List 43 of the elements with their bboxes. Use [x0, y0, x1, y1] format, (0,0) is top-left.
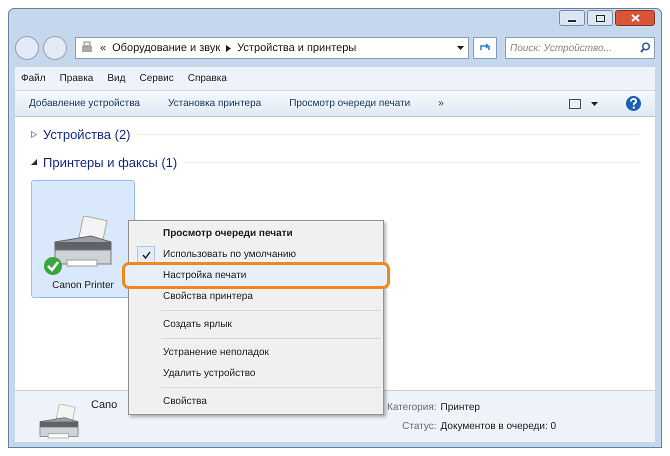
dropdown-arrow-icon[interactable]	[457, 46, 464, 50]
breadcrumb-arrow-icon	[226, 44, 232, 52]
close-icon	[630, 14, 640, 22]
group-header[interactable]: Принтеры и факсы (1)	[43, 152, 178, 172]
address-bar[interactable]: « Оборудование и звук Устройства и принтеры	[75, 37, 469, 59]
context-menu-item[interactable]: Удалить устройство	[131, 363, 381, 384]
menu-item[interactable]: Справка	[188, 71, 227, 86]
menu-item[interactable]: Правка	[60, 71, 94, 86]
expanded-arrow-icon[interactable]	[31, 158, 37, 166]
search-field[interactable]: Поиск: Устройство...	[505, 37, 655, 59]
collapsed-arrow-icon[interactable]	[31, 131, 37, 138]
help-icon[interactable]	[626, 96, 641, 111]
context-menu-item[interactable]: Устранение неполадок	[131, 342, 381, 363]
more-button[interactable]: »	[438, 96, 444, 111]
address-prefix: «	[100, 40, 106, 56]
refresh-button[interactable]	[473, 37, 497, 59]
devices-icon	[80, 41, 94, 55]
device-label: Canon Printer	[52, 279, 114, 293]
search-icon	[640, 42, 651, 53]
maximize-button[interactable]	[587, 10, 613, 26]
toolbar-button[interactable]: Добавление устройства	[29, 96, 140, 111]
breadcrumb-item[interactable]: Устройства и принтеры	[237, 40, 356, 56]
minimize-button[interactable]	[559, 10, 585, 26]
detail-value: Принтер	[440, 400, 481, 414]
dropdown-arrow-icon[interactable]	[591, 102, 598, 106]
breadcrumb-item[interactable]: Оборудование и звук	[112, 40, 220, 56]
view-options-icon[interactable]	[569, 98, 581, 108]
detail-label: Категория:	[387, 400, 437, 414]
menu-item[interactable]: Файл	[21, 71, 46, 86]
context-menu-item[interactable]: Создать ярлык	[131, 314, 381, 335]
menu-item[interactable]: Вид	[107, 71, 126, 86]
menu-item[interactable]: Сервис	[139, 71, 174, 86]
device-name: Cano	[91, 398, 118, 413]
close-button[interactable]	[615, 10, 655, 26]
group-header[interactable]: Устройства (2)	[43, 125, 131, 144]
refresh-icon	[479, 43, 491, 53]
detail-value: Документов в очереди: 0	[440, 420, 556, 434]
toolbar-button[interactable]: Просмотр очереди печати	[289, 96, 410, 111]
device-tile[interactable]: Canon Printer	[31, 180, 135, 298]
context-menu-item[interactable]: Настройка печати	[125, 265, 387, 286]
detail-label: Статус:	[401, 420, 437, 434]
toolbar-button[interactable]: Установка принтера	[168, 96, 262, 111]
context-menu-item[interactable]: Свойства	[131, 391, 381, 412]
